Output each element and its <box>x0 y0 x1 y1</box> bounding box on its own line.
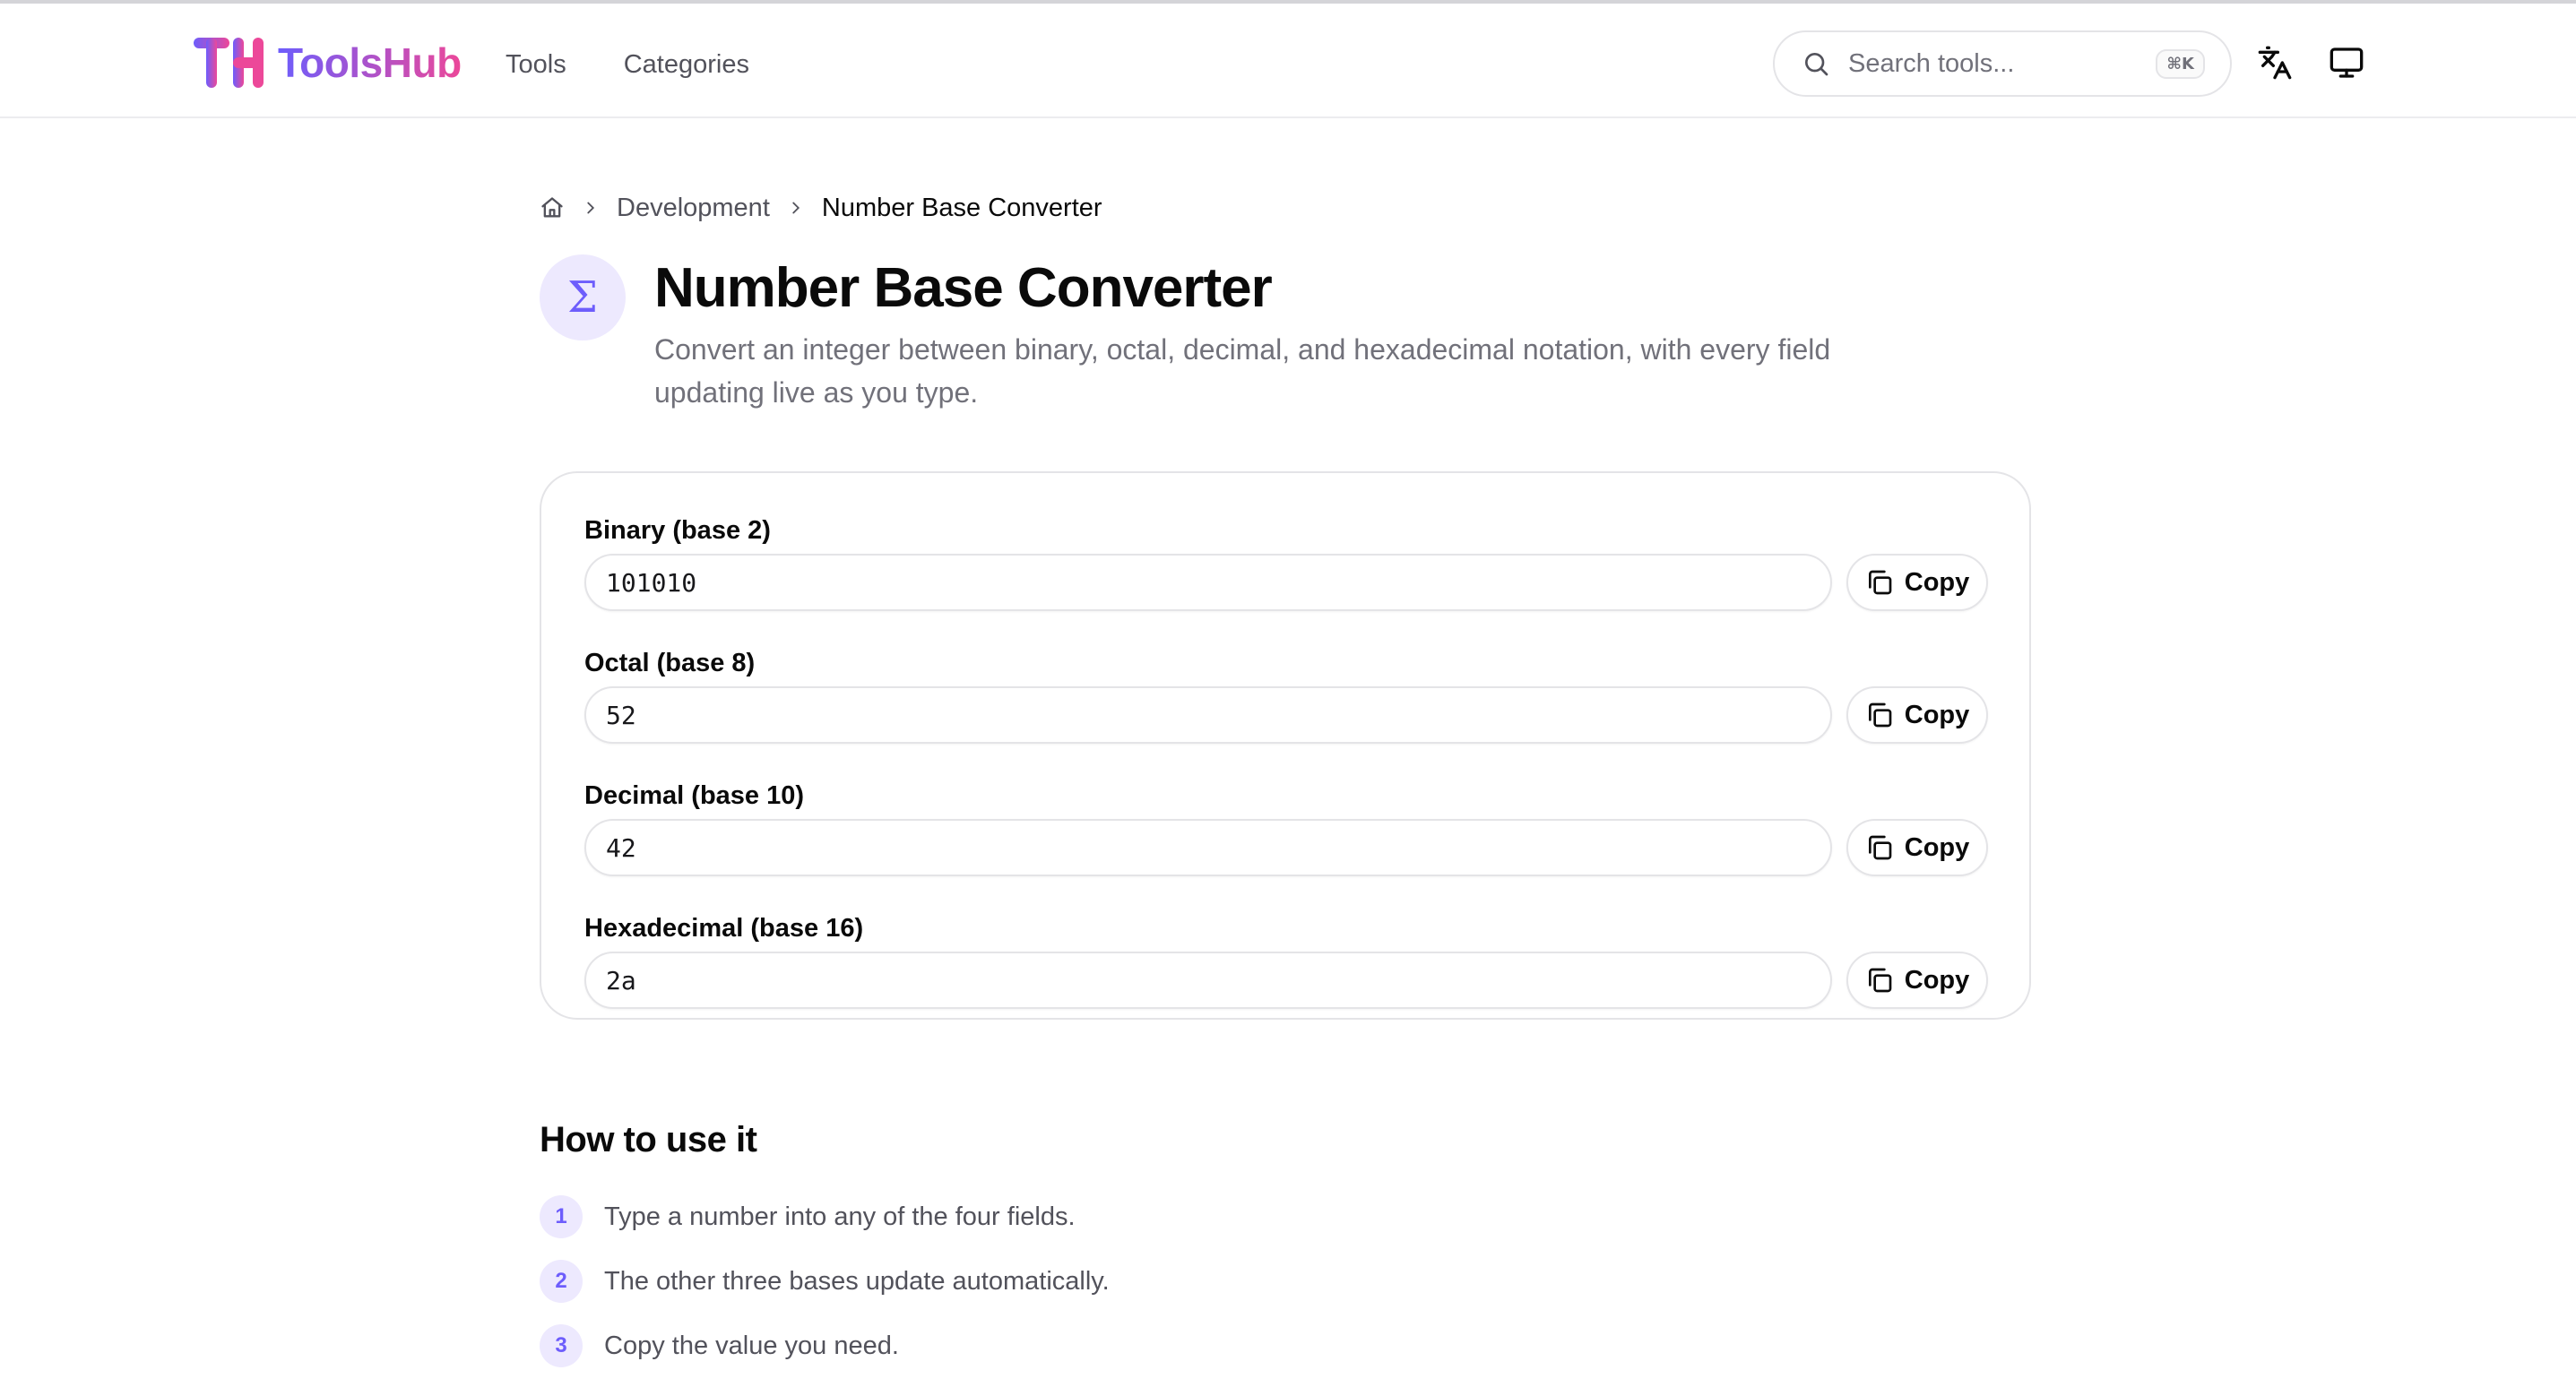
converter-card: Binary (base 2) Copy Octal (base 8) Copy… <box>540 471 2031 1020</box>
copy-icon <box>1868 570 1892 595</box>
breadcrumb-home[interactable] <box>540 195 565 220</box>
copy-icon <box>1868 968 1892 993</box>
howto-title: How to use it <box>540 1120 757 1159</box>
breadcrumb: Development Number Base Converter <box>540 190 1102 226</box>
keyboard-shortcut-badge: ⌘K <box>2156 48 2205 79</box>
language-button[interactable] <box>2255 43 2295 82</box>
step-text: Copy the value you need. <box>604 1331 899 1360</box>
logo-mark-icon <box>194 38 264 88</box>
copy-label: Copy <box>1904 832 1970 862</box>
copy-icon <box>1868 835 1892 860</box>
copy-icon <box>1868 702 1892 728</box>
field-label: Decimal (base 10) <box>584 781 805 810</box>
chevron-right-icon <box>786 198 806 218</box>
copy-label: Copy <box>1904 965 1970 995</box>
copy-decimal-button[interactable]: Copy <box>1846 819 1988 876</box>
search-placeholder: Search tools... <box>1848 48 2015 78</box>
main-nav: Tools Categories <box>506 47 807 82</box>
theme-button[interactable] <box>2327 43 2366 82</box>
chevron-right-icon <box>581 198 601 218</box>
field-label: Octal (base 8) <box>584 649 756 677</box>
copy-hexadecimal-button[interactable]: Copy <box>1846 952 1988 1009</box>
field-label: Hexadecimal (base 16) <box>584 914 864 943</box>
hexadecimal-field: Hexadecimal (base 16) Copy <box>584 910 1988 1009</box>
step-text: The other three bases update automatical… <box>604 1266 1110 1296</box>
nav-categories-link[interactable]: Categories <box>624 47 749 82</box>
howto-steps: 1 Type a number into any of the four fie… <box>540 1195 1110 1389</box>
monitor-icon <box>2330 47 2364 78</box>
page-description: Convert an integer between binary, octal… <box>654 333 1831 409</box>
copy-label: Copy <box>1904 567 1970 597</box>
nav-tools-link[interactable]: Tools <box>506 47 566 82</box>
list-item: 1 Type a number into any of the four fie… <box>540 1195 1110 1238</box>
search-icon <box>1805 53 1828 76</box>
site-header: ToolsHub Tools Categories Search tools..… <box>0 4 2576 118</box>
decimal-input[interactable] <box>584 819 1832 876</box>
step-number-badge: 2 <box>540 1260 583 1303</box>
list-item: 3 Copy the value you need. <box>540 1324 1110 1367</box>
octal-input[interactable] <box>584 686 1832 744</box>
copy-octal-button[interactable]: Copy <box>1846 686 1988 744</box>
step-text: Type a number into any of the four field… <box>604 1202 1076 1231</box>
logo-text: ToolsHub <box>278 39 462 86</box>
copy-label: Copy <box>1904 700 1970 729</box>
breadcrumb-current: Number Base Converter <box>821 193 1102 222</box>
field-label: Binary (base 2) <box>584 516 771 545</box>
breadcrumb-development[interactable]: Development <box>617 194 770 223</box>
decimal-field: Decimal (base 10) Copy <box>584 778 1988 876</box>
logo-link[interactable]: ToolsHub <box>194 34 462 91</box>
step-number-badge: 3 <box>540 1324 583 1367</box>
list-item: 2 The other three bases update automatic… <box>540 1260 1110 1303</box>
translate-icon <box>2258 46 2292 80</box>
copy-binary-button[interactable]: Copy <box>1846 554 1988 611</box>
binary-field: Binary (base 2) Copy <box>584 513 1988 611</box>
page-title: Number Base Converter <box>654 257 1273 319</box>
home-icon <box>541 197 563 218</box>
sigma-icon: Σ <box>540 254 626 340</box>
step-number-badge: 1 <box>540 1195 583 1238</box>
octal-field: Octal (base 8) Copy <box>584 645 1988 744</box>
search-input[interactable]: Search tools... ⌘K <box>1773 30 2232 97</box>
binary-input[interactable] <box>584 554 1832 611</box>
hexadecimal-input[interactable] <box>584 952 1832 1009</box>
